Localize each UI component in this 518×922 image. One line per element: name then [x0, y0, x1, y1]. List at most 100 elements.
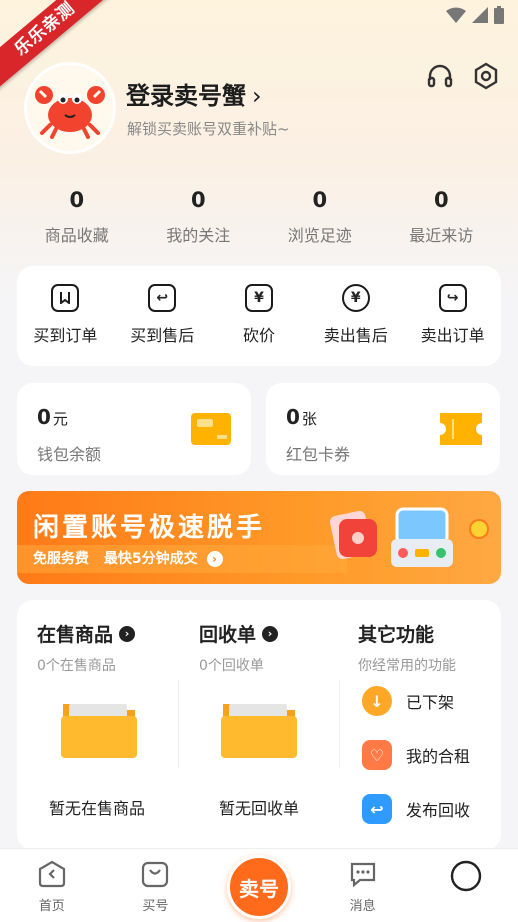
recycle-title: 回收单	[199, 624, 257, 646]
coupon-value: 0	[286, 405, 300, 429]
on-sale-count: 0个在售商品	[37, 658, 116, 674]
chevron-right-icon: ›	[252, 82, 262, 110]
chevron-right-icon: ›	[119, 625, 136, 642]
stats-row: 0 商品收藏 0 我的关注 0 浏览足迹 0 最近来访	[16, 188, 502, 246]
func-label: 我的合租	[406, 747, 471, 766]
wifi-icon	[446, 7, 466, 23]
orders-card: 买到订单 ↩ 买到售后 ¥ 砍价 ¥ 卖出售后 ↪ 卖出订单	[17, 266, 501, 366]
divider	[339, 680, 340, 768]
divider	[178, 680, 179, 768]
crab-mascot-icon	[35, 86, 105, 139]
tab-sell[interactable]: 卖号	[207, 849, 311, 922]
stat-history[interactable]: 0 浏览足迹	[259, 188, 381, 246]
func-label: 发布回收	[406, 801, 471, 820]
profile-circle-icon	[450, 860, 482, 892]
login-link[interactable]: 登录卖号蟹 ›	[126, 76, 262, 111]
settings-icon[interactable]	[472, 62, 500, 90]
stat-value: 0	[190, 188, 206, 212]
coupon-label: 红包卡券	[286, 445, 351, 464]
ticket-icon	[440, 413, 482, 445]
func-shared-rental[interactable]: ♡ 我的合租	[362, 740, 470, 770]
stat-favorites[interactable]: 0 商品收藏	[16, 188, 138, 246]
heart-link-icon: ♡	[362, 740, 392, 770]
coupon-card[interactable]: 0张 红包卡券	[266, 383, 500, 475]
stat-label: 最近来访	[409, 226, 474, 245]
tab-label: 消息	[349, 899, 376, 914]
recycle-empty-text: 暂无回收单	[218, 799, 299, 818]
order-label: 买到订单	[33, 326, 98, 345]
recycle-count: 0个回收单	[199, 658, 264, 674]
headset-icon[interactable]	[426, 62, 454, 90]
return-square-icon: ↩	[362, 794, 392, 824]
empty-folder-icon	[221, 704, 297, 758]
order-bought[interactable]: 买到订单	[17, 284, 114, 366]
order-bought-aftersale[interactable]: ↩ 买到售后	[114, 284, 211, 366]
shopping-bag-icon	[142, 861, 169, 888]
order-label: 卖出售后	[323, 326, 388, 345]
recycle-section[interactable]: 回收单 › 0个回收单	[199, 620, 279, 675]
on-sale-title: 在售商品	[37, 624, 114, 646]
order-label: 砍价	[242, 326, 275, 345]
other-title: 其它功能	[358, 624, 435, 646]
func-post-recycle[interactable]: ↩ 发布回收	[362, 794, 470, 824]
func-label: 已下架	[406, 693, 455, 712]
download-icon: ↓	[362, 686, 392, 716]
banner-title: 闲置账号极速脱手	[33, 513, 266, 543]
coupon-unit: 张	[301, 410, 317, 428]
stat-value: 0	[312, 188, 328, 212]
wallet-card-icon	[191, 413, 231, 445]
bottom-tab-bar: 首页 买号 卖号 消息	[0, 848, 518, 922]
tab-home[interactable]: 首页	[0, 849, 104, 922]
wallet-balance-card[interactable]: 0元 钱包余额	[17, 383, 251, 475]
banner-subtitle: 免服务费 最快5分钟成交 ›	[17, 545, 347, 573]
coin-icon	[469, 519, 489, 539]
stat-following[interactable]: 0 我的关注	[138, 188, 260, 246]
bookmark-icon	[51, 284, 80, 312]
other-functions-section: 其它功能 你经常用的功能	[358, 620, 456, 675]
promo-banner[interactable]: 闲置账号极速脱手 免服务费 最快5分钟成交 ›	[17, 491, 501, 584]
order-bargain[interactable]: ¥ 砍价	[211, 284, 308, 366]
order-label: 买到售后	[130, 326, 195, 345]
tab-label: 首页	[38, 899, 65, 914]
yen-circle-icon: ¥	[341, 284, 370, 312]
game-console-icon	[391, 507, 453, 567]
stat-label: 浏览足迹	[287, 226, 352, 245]
cell-signal-icon	[472, 7, 488, 23]
red-envelope-icon	[329, 510, 377, 560]
forward-icon: ↪	[438, 284, 467, 312]
func-delisted[interactable]: ↓ 已下架	[362, 686, 454, 716]
balance-value: 0	[37, 405, 51, 429]
other-subtitle: 你经常用的功能	[358, 658, 456, 674]
balance-label: 钱包余额	[37, 445, 102, 464]
stat-value: 0	[433, 188, 449, 212]
stat-label: 我的关注	[166, 226, 231, 245]
sell-button[interactable]: 卖号	[226, 855, 291, 919]
order-sold-aftersale[interactable]: ¥ 卖出售后	[307, 284, 404, 366]
balance-unit: 元	[52, 410, 68, 428]
chat-bubble-icon	[350, 862, 375, 888]
avatar[interactable]	[24, 62, 116, 154]
items-card: 在售商品 › 0个在售商品 回收单 › 0个回收单 其它功能 你经常用的功能 暂…	[17, 600, 501, 850]
tab-messages[interactable]: 消息	[311, 849, 415, 922]
yen-tag-icon: ¥	[244, 284, 273, 312]
chevron-right-icon: ›	[262, 625, 279, 642]
empty-folder-icon	[61, 704, 137, 758]
banner-sub1: 免服务费	[33, 551, 89, 567]
order-label: 卖出订单	[420, 326, 485, 345]
on-sale-empty-text: 暂无在售商品	[48, 799, 145, 818]
tab-label: 买号	[142, 899, 169, 914]
on-sale-section[interactable]: 在售商品 › 0个在售商品	[37, 620, 136, 675]
stat-label: 商品收藏	[44, 226, 109, 245]
home-icon	[38, 860, 65, 888]
stat-visitors[interactable]: 0 最近来访	[381, 188, 503, 246]
banner-sub2: 最快5分钟成交	[103, 551, 198, 567]
profile-subtitle: 解锁买卖账号双重补贴~	[127, 120, 290, 138]
order-sold[interactable]: ↪ 卖出订单	[404, 284, 501, 366]
arrow-right-icon: ›	[206, 551, 223, 567]
battery-icon	[494, 6, 504, 24]
tab-buy[interactable]: 买号	[104, 849, 208, 922]
tab-profile[interactable]	[414, 849, 518, 922]
login-label: 登录卖号蟹	[126, 82, 246, 110]
return-icon: ↩	[148, 284, 177, 312]
stat-value: 0	[69, 188, 85, 212]
